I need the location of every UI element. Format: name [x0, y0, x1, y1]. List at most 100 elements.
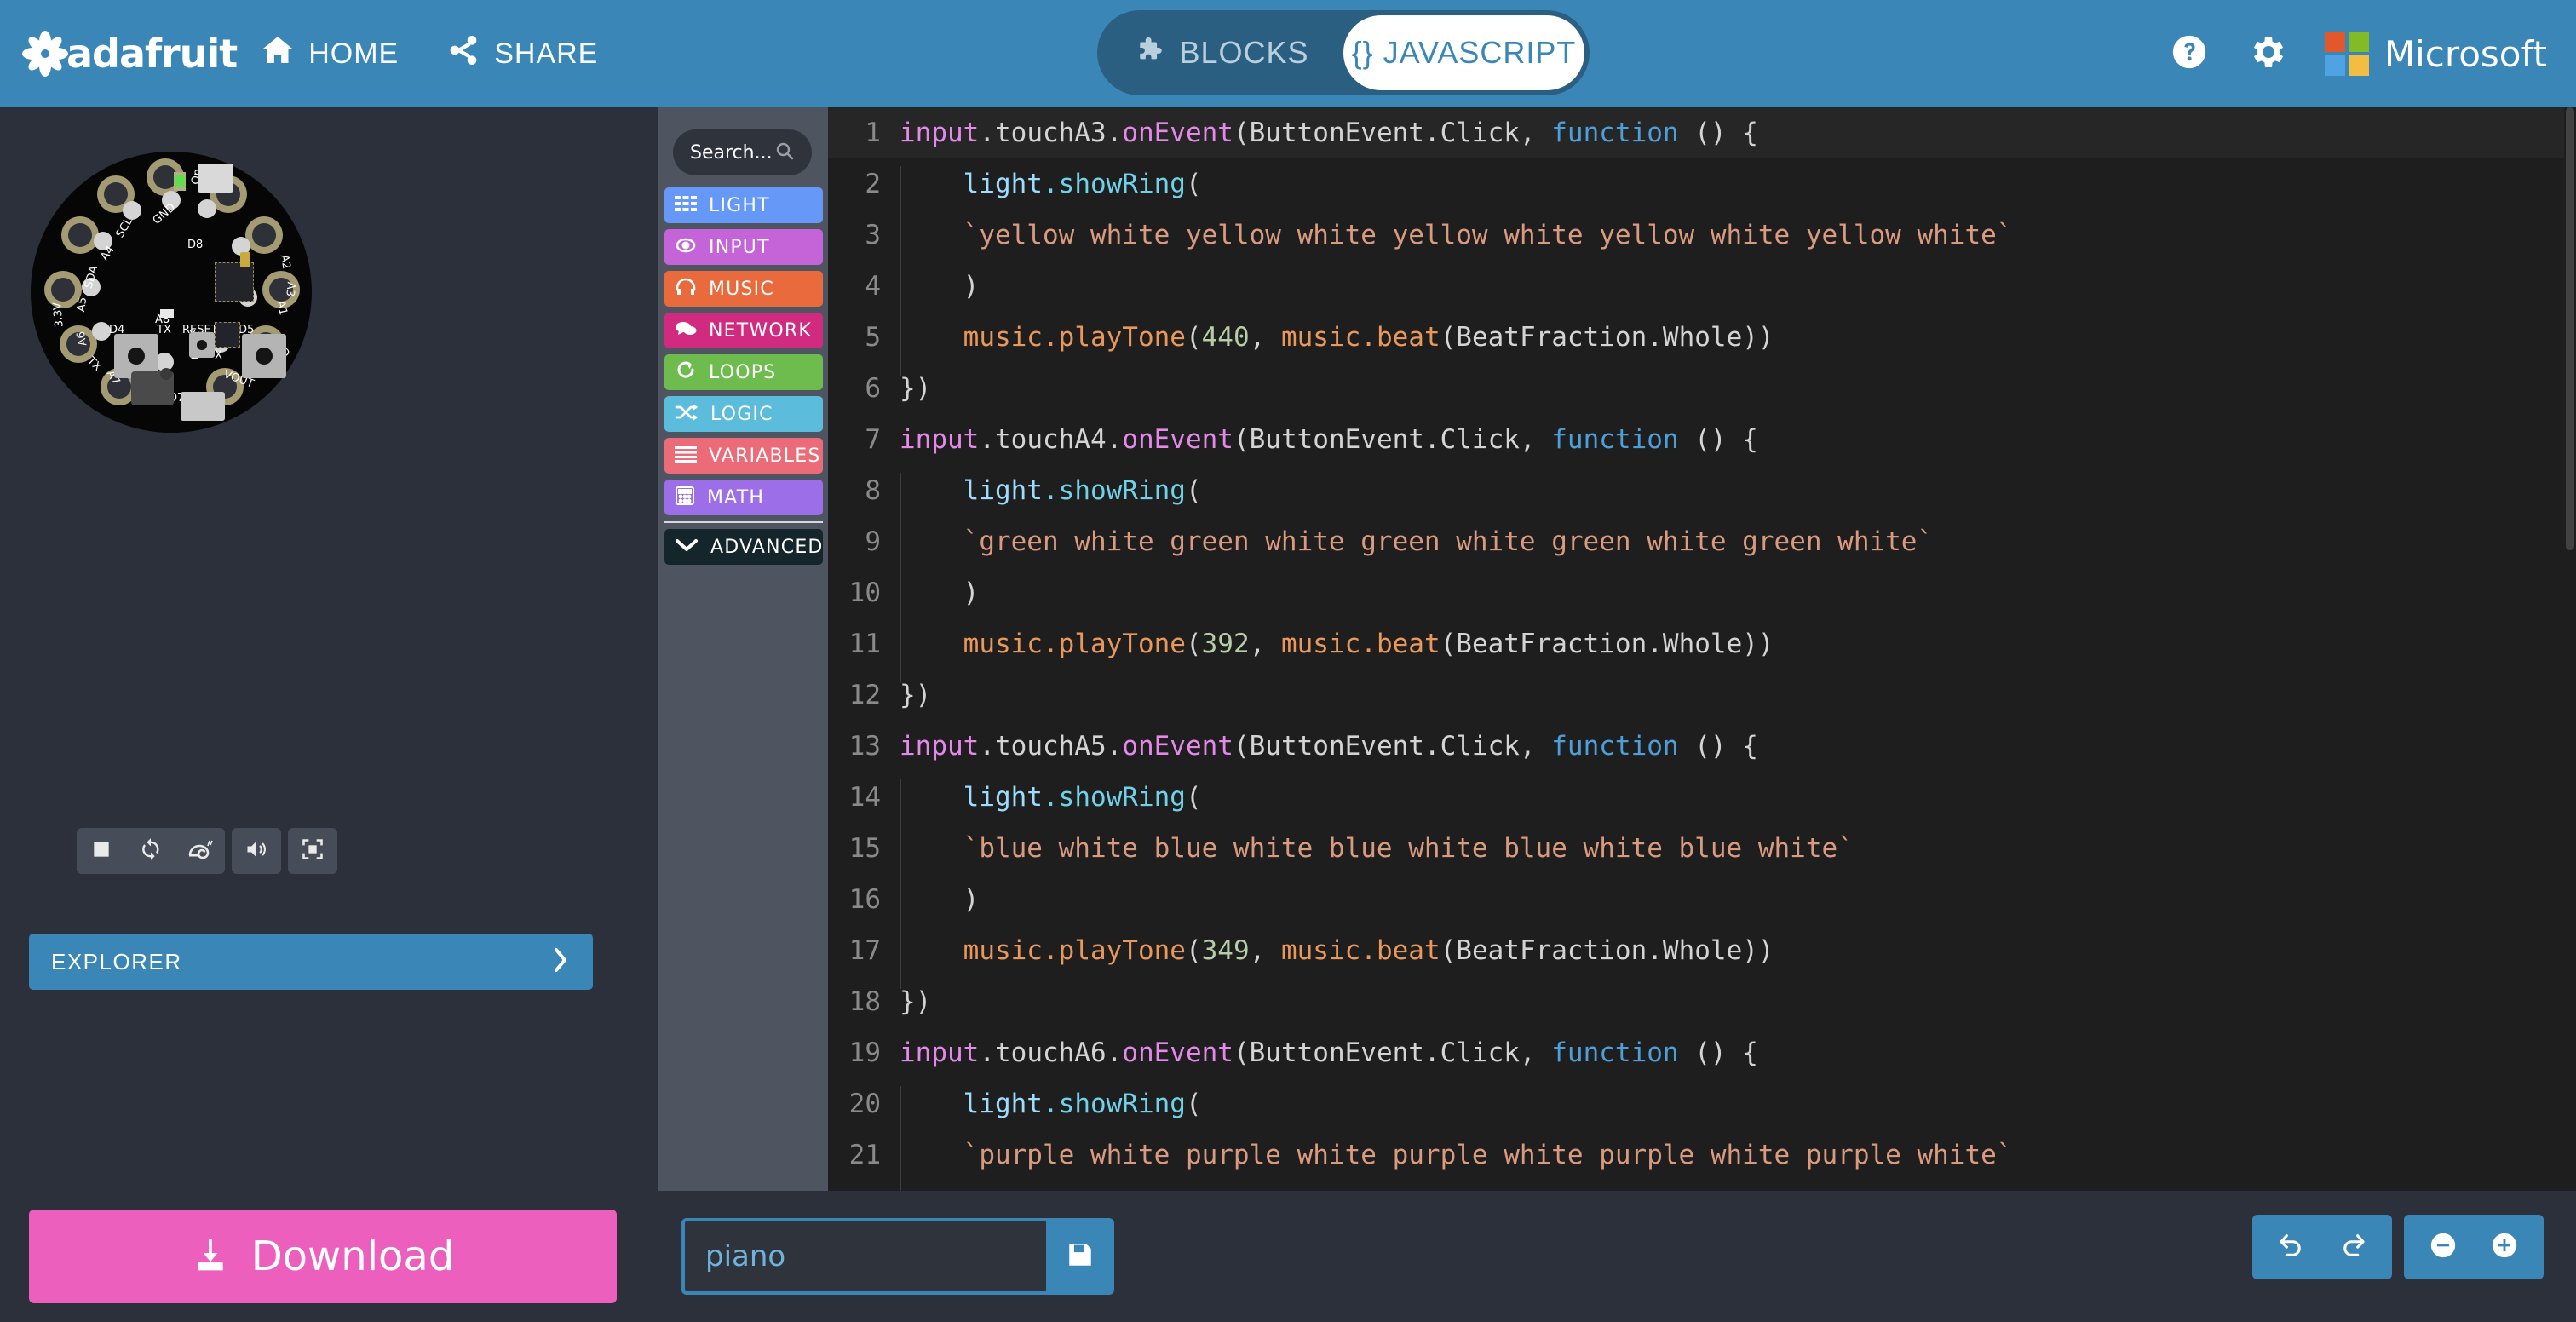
code-line[interactable]: 17 music.playTone(349, music.beat(BeatFr…	[828, 925, 2576, 976]
code-text: )	[900, 884, 2576, 915]
tab-javascript-label: {} JAVASCRIPT	[1352, 35, 1577, 71]
microsoft-logo[interactable]: Microsoft	[2325, 32, 2547, 76]
line-number: 12	[828, 680, 900, 710]
home-label: HOME	[308, 37, 399, 71]
category-network[interactable]: NETWORK	[664, 313, 823, 348]
code-token: .	[1043, 935, 1059, 966]
code-line[interactable]: 7input.touchA4.onEvent(ButtonEvent.Click…	[828, 414, 2576, 465]
pad-a5[interactable]	[61, 216, 99, 254]
category-label: NETWORK	[709, 320, 812, 342]
tab-javascript[interactable]: {} JAVASCRIPT	[1343, 15, 1584, 90]
code-line[interactable]: 3 `yellow white yellow white yellow whit…	[828, 210, 2576, 261]
code-token: .	[1043, 169, 1059, 199]
code-token: onEvent	[1122, 424, 1233, 455]
code-text: music.playTone(392, music.beat(BeatFract…	[900, 629, 2576, 659]
home-button[interactable]: HOME	[237, 0, 423, 107]
code-token: onEvent	[1122, 731, 1233, 762]
code-line[interactable]: 11 music.playTone(392, music.beat(BeatFr…	[828, 618, 2576, 670]
category-label: VARIABLES	[709, 445, 821, 467]
save-project-button[interactable]	[1046, 1218, 1114, 1295]
zoom-in-button[interactable]	[2474, 1215, 2535, 1279]
microsoft-squares-logo-icon	[2325, 32, 2369, 76]
pad-vout[interactable]	[245, 216, 283, 254]
tab-blocks[interactable]: BLOCKS	[1102, 15, 1343, 90]
line-number: 8	[828, 475, 900, 506]
code-token: () {	[1679, 731, 1758, 762]
stop-button[interactable]	[77, 828, 126, 874]
adafruit-logo[interactable]: adafruit	[22, 31, 237, 77]
project-name-input[interactable]	[681, 1218, 1046, 1295]
code-token: .	[1043, 322, 1059, 353]
code-text: music.playTone(349, music.beat(BeatFract…	[900, 935, 2576, 966]
code-line[interactable]: 16 )	[828, 874, 2576, 925]
search-input[interactable]: Search...	[673, 129, 812, 175]
code-line[interactable]: 9 `green white green white green white g…	[828, 516, 2576, 567]
code-token: `green white green white green white gre…	[963, 526, 1933, 557]
code-line[interactable]: 2 light.showRing(	[828, 158, 2576, 210]
line-number: 17	[828, 935, 900, 966]
code-text: light.showRing(	[900, 169, 2576, 199]
category-loops[interactable]: LOOPS	[664, 354, 823, 390]
category-input[interactable]: INPUT	[664, 229, 823, 265]
code-line[interactable]: 15 `blue white blue white blue white blu…	[828, 823, 2576, 874]
code-token: (ButtonEvent.Click,	[1233, 1037, 1551, 1068]
code-line[interactable]: 21 `purple white purple white purple whi…	[828, 1129, 2576, 1181]
explorer-bar[interactable]: EXPLORER	[29, 934, 593, 990]
category-music[interactable]: MUSIC	[664, 271, 823, 307]
category-advanced[interactable]: ADVANCED	[664, 529, 823, 565]
download-button[interactable]: Download	[29, 1210, 617, 1303]
code-line[interactable]: 1input.touchA3.onEvent(ButtonEvent.Click…	[828, 107, 2576, 158]
code-token: .	[1360, 629, 1377, 659]
code-text: })	[900, 680, 2576, 710]
zoom-out-button[interactable]	[2412, 1215, 2474, 1279]
code-line[interactable]: 10 )	[828, 567, 2576, 618]
code-line[interactable]: 12})	[828, 670, 2576, 721]
restart-button[interactable]	[126, 828, 175, 874]
help-button[interactable]	[2170, 32, 2209, 76]
scrollbar-thumb[interactable]	[2566, 107, 2574, 550]
mute-button[interactable]	[232, 828, 281, 874]
code-token: .	[1043, 629, 1059, 659]
code-line[interactable]: 14 light.showRing(	[828, 772, 2576, 823]
code-token: `blue white blue white blue white blue w…	[963, 833, 1854, 864]
slow-motion-button[interactable]	[175, 828, 225, 874]
code-token: .touchA4.	[979, 424, 1122, 455]
line-number: 1	[828, 118, 900, 148]
code-line[interactable]: 19input.touchA6.onEvent(ButtonEvent.Clic…	[828, 1027, 2576, 1078]
reset-button[interactable]	[189, 332, 215, 358]
code-token: (ButtonEvent.Click,	[1233, 118, 1551, 148]
code-line[interactable]: 22 )	[828, 1181, 2576, 1191]
code-line[interactable]: 13input.touchA5.onEvent(ButtonEvent.Clic…	[828, 721, 2576, 772]
restart-refresh-icon	[139, 837, 163, 865]
category-math[interactable]: MATH	[664, 480, 823, 515]
code-text: music.playTone(440, music.beat(BeatFract…	[900, 322, 2576, 353]
headphones-icon	[675, 277, 697, 302]
fullscreen-button[interactable]	[288, 828, 337, 874]
code-text: )	[900, 578, 2576, 608]
category-light[interactable]: LIGHT	[664, 187, 823, 223]
circuit-playground-board[interactable]: On GND SCL A4 SDA A5 A6 TX A7 GND D8 A8 …	[31, 152, 312, 433]
redo-button[interactable]	[2322, 1215, 2383, 1279]
undo-button[interactable]	[2261, 1215, 2322, 1279]
code-token: (	[1186, 935, 1202, 966]
javascript-code-editor[interactable]: 1input.touchA3.onEvent(ButtonEvent.Click…	[828, 107, 2576, 1191]
settings-button[interactable]	[2246, 32, 2287, 77]
code-line[interactable]: 20 light.showRing(	[828, 1078, 2576, 1129]
share-button[interactable]: SHARE	[423, 0, 622, 107]
slide-switch-d7[interactable]	[181, 392, 225, 421]
code-line[interactable]: 8 light.showRing(	[828, 465, 2576, 516]
code-line[interactable]: 5 music.playTone(440, music.beat(BeatFra…	[828, 312, 2576, 363]
code-line[interactable]: 18})	[828, 976, 2576, 1027]
line-number: 13	[828, 731, 900, 762]
code-token: light	[963, 475, 1043, 506]
category-variables[interactable]: VARIABLES	[664, 438, 823, 474]
code-token	[900, 1140, 963, 1170]
button-b[interactable]	[242, 334, 286, 378]
temperature-sensor	[240, 252, 250, 267]
category-logic[interactable]: LOGIC	[664, 396, 823, 432]
editor-scrollbar[interactable]	[2564, 107, 2576, 1191]
code-token	[900, 526, 963, 557]
code-line[interactable]: 4 )	[828, 261, 2576, 312]
line-number: 19	[828, 1037, 900, 1068]
code-line[interactable]: 6})	[828, 363, 2576, 414]
